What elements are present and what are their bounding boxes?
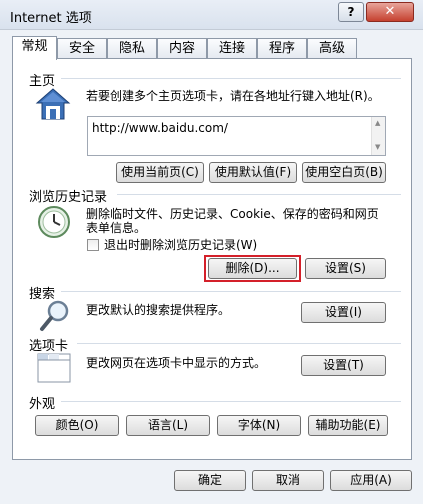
tabs-group-title: 选项卡 <box>29 339 69 354</box>
ok-button[interactable]: 确定 <box>174 470 246 491</box>
accessibility-button[interactable]: 辅助功能(E) <box>308 415 388 436</box>
scroll-down-icon[interactable]: ▼ <box>375 143 380 151</box>
search-description: 更改默认的搜索提供程序。 <box>86 303 231 317</box>
tab-security[interactable]: 安全 <box>57 38 107 59</box>
home-url-field[interactable]: http://www.baidu.com/ ▲ ▼ <box>87 116 386 156</box>
use-current-button[interactable]: 使用当前页(C) <box>116 162 204 183</box>
delete-on-exit-label[interactable]: 退出时删除浏览历史记录(W) <box>104 238 257 252</box>
home-url-text: http://www.baidu.com/ <box>92 121 228 135</box>
tabs-description: 更改网页在选项卡中显示的方式。 <box>86 356 267 370</box>
delete-on-exit-checkbox[interactable] <box>87 239 99 251</box>
delete-history-button[interactable]: 删除(D)... <box>208 258 297 279</box>
url-scrollbar[interactable]: ▲ ▼ <box>371 117 385 155</box>
fonts-button[interactable]: 字体(N) <box>217 415 301 436</box>
history-divider <box>117 194 401 195</box>
tab-connections[interactable]: 连接 <box>207 38 257 59</box>
tab-content[interactable]: 内容 <box>157 38 207 59</box>
tab-general[interactable]: 常规 <box>12 36 57 60</box>
appearance-divider <box>61 401 401 402</box>
window-title: Internet 选项 <box>10 11 92 26</box>
general-tab-panel: 主页 若要创建多个主页选项卡，请在各地址行键入地址(R)。 http://www… <box>12 58 412 460</box>
use-default-button[interactable]: 使用默认值(F) <box>209 162 297 183</box>
colors-button[interactable]: 颜色(O) <box>35 415 119 436</box>
house-icon <box>35 88 71 120</box>
magnifier-icon <box>40 300 69 331</box>
scroll-up-icon[interactable]: ▲ <box>375 119 380 127</box>
help-button[interactable]: ? <box>338 2 364 22</box>
search-settings-button[interactable]: 设置(I) <box>301 302 386 323</box>
use-blank-button[interactable]: 使用空白页(B) <box>302 162 386 183</box>
tabs-divider <box>77 343 401 344</box>
title-bar: Internet 选项 ? ✕ <box>0 0 423 30</box>
languages-button[interactable]: 语言(L) <box>126 415 210 436</box>
apply-button[interactable]: 应用(A) <box>330 470 412 491</box>
history-group-title: 浏览历史记录 <box>29 190 108 205</box>
tabs-settings-button[interactable]: 设置(T) <box>301 355 386 376</box>
tab-privacy[interactable]: 隐私 <box>107 38 157 59</box>
home-divider <box>61 78 401 79</box>
tabs-window-icon <box>37 353 71 383</box>
tab-advanced[interactable]: 高级 <box>307 38 357 59</box>
close-button[interactable]: ✕ <box>366 2 414 22</box>
search-divider <box>61 291 401 292</box>
dialog-footer: 确定 取消 应用(A) <box>0 462 423 504</box>
history-description-line2: 表单信息。 <box>86 221 147 235</box>
cancel-button[interactable]: 取消 <box>252 470 324 491</box>
history-clock-icon <box>38 206 70 238</box>
tab-programs[interactable]: 程序 <box>257 38 307 59</box>
home-description: 若要创建多个主页选项卡，请在各地址行键入地址(R)。 <box>86 89 380 103</box>
appearance-group-title: 外观 <box>29 397 56 412</box>
history-description-line1: 删除临时文件、历史记录、Cookie、保存的密码和网页 <box>86 207 379 221</box>
history-settings-button[interactable]: 设置(S) <box>305 258 386 279</box>
